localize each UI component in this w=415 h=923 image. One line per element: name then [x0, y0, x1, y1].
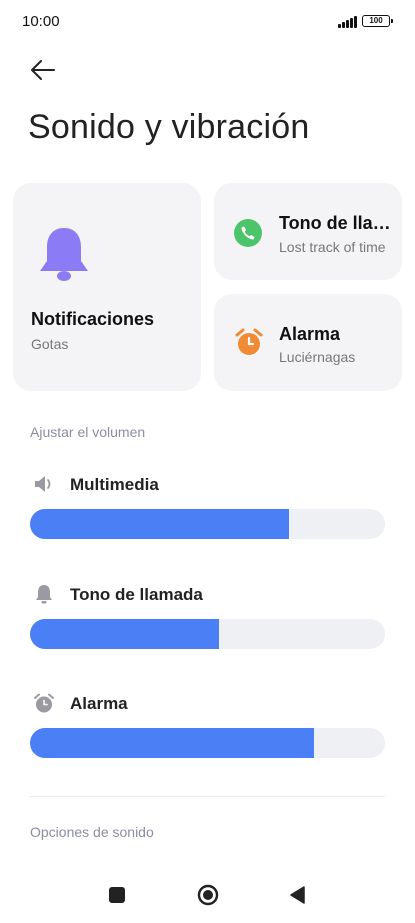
ringtone-volume-slider[interactable] [30, 619, 385, 649]
alarm-volume-label: Alarma [70, 694, 128, 713]
bell-icon [40, 228, 88, 281]
alarm-clock-icon [34, 693, 54, 713]
status-time: 10:00 [22, 13, 60, 30]
alarm-volume-slider[interactable] [30, 728, 385, 758]
ringtone-volume-label: Tono de llamada [70, 585, 203, 604]
home-circle-icon[interactable] [197, 884, 219, 906]
bell-icon [36, 585, 52, 604]
alarm-subtitle: Luciérnagas [279, 349, 356, 365]
back-button[interactable] [28, 56, 58, 84]
ringtone-title: Tono de llamada [279, 213, 399, 233]
battery-icon: 100 [362, 15, 393, 27]
divider [30, 796, 385, 797]
ringtone-card[interactable]: Tono de llamada Lost track of time [214, 183, 402, 280]
notifications-title: Notificaciones [31, 309, 155, 329]
phone-icon [234, 219, 262, 247]
sound-options-label[interactable]: Opciones de sonido [30, 824, 154, 840]
multimedia-label: Multimedia [70, 475, 159, 494]
notifications-card[interactable]: Notificaciones Gotas [13, 183, 201, 391]
alarm-clock-icon [235, 328, 263, 355]
page-title: Sonido y vibración [28, 108, 310, 146]
ringtone-subtitle: Lost track of time [279, 239, 386, 255]
signal-icon [338, 14, 358, 28]
back-arrow-icon [31, 60, 55, 80]
screen: 10:00 100 Sonido y vibración Notificacio… [0, 0, 415, 923]
alarm-volume-fill [30, 728, 314, 758]
back-triangle-icon[interactable] [288, 885, 306, 905]
alarm-title: Alarma [279, 324, 341, 344]
ringtone-volume-fill [30, 619, 220, 649]
alarm-card[interactable]: Alarma Luciérnagas [214, 294, 402, 391]
volume-section-label: Ajustar el volumen [30, 424, 146, 440]
recents-square-icon[interactable] [109, 887, 125, 903]
notifications-subtitle: Gotas [31, 336, 69, 352]
multimedia-volume-slider[interactable] [30, 509, 385, 539]
multimedia-volume-fill [30, 509, 290, 539]
speaker-icon [35, 476, 51, 492]
